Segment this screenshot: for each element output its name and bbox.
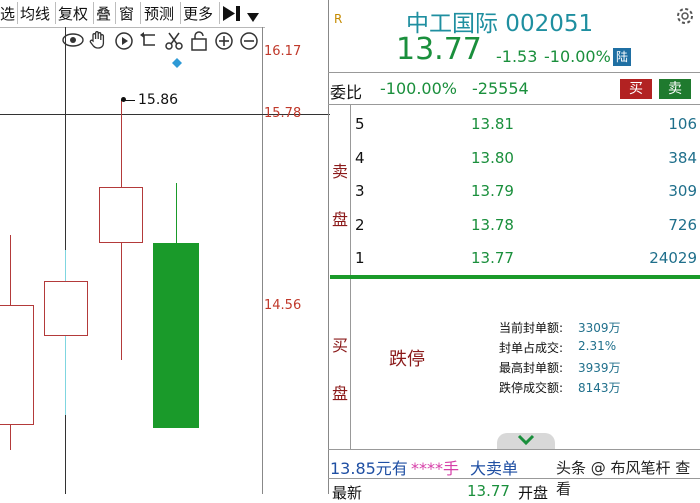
- settings-gear-icon[interactable]: [676, 7, 694, 29]
- toolbar-divider: [219, 2, 220, 24]
- seal-value: 3939万: [578, 361, 621, 375]
- candle-body: [153, 243, 199, 428]
- weibi-pct: -100.00%: [380, 79, 457, 98]
- high-marker-dot: [121, 97, 126, 102]
- toolbar-divider: [93, 2, 94, 24]
- toolbar-divider: [115, 2, 116, 24]
- sell-level: 2: [355, 216, 365, 234]
- seal-value: 8143万: [578, 381, 621, 395]
- chart-toolbar: 选 均线 复权 叠 窗 预测 更多: [0, 0, 265, 28]
- price-axis-label: 14.56: [264, 298, 302, 313]
- sell-level: 3: [355, 182, 365, 200]
- toolbar-divider: [55, 2, 56, 24]
- seal-value: 2.31%: [578, 339, 617, 353]
- bottom-value: 13.77: [467, 482, 510, 500]
- sell-level: 1: [355, 249, 365, 267]
- toolbar-item-select[interactable]: 选: [0, 3, 15, 24]
- expand-tab[interactable]: [497, 433, 555, 449]
- sell-button[interactable]: 卖: [659, 79, 691, 99]
- zoom-out-icon[interactable]: [239, 31, 259, 55]
- bottom-label2: 开盘: [518, 484, 549, 502]
- market-tag: 陆: [613, 48, 631, 66]
- sell-volume: 384: [668, 149, 697, 167]
- weibi-diff: -25554: [472, 79, 529, 98]
- candle-body: [0, 305, 34, 425]
- chart-right-border: [262, 27, 263, 494]
- high-price-label: 15.86: [138, 92, 179, 108]
- seal-key: 跌停成交额:: [499, 381, 564, 395]
- stock-change: -1.53: [496, 47, 538, 66]
- seal-key: 当前封单额:: [499, 321, 564, 335]
- weibi-label: 委比: [330, 83, 363, 102]
- sell-level: 4: [355, 149, 365, 167]
- candle-body: [99, 187, 143, 243]
- return-icon[interactable]: [140, 32, 158, 52]
- lock-icon[interactable]: [190, 31, 208, 55]
- toolbar-item-overlay[interactable]: 叠: [96, 3, 111, 24]
- candle-body: [44, 281, 88, 336]
- zoom-in-icon[interactable]: [214, 31, 234, 55]
- sell-price: 13.77: [471, 249, 514, 267]
- skip-end-icon[interactable]: [222, 5, 242, 26]
- sell-price: 13.79: [471, 182, 514, 200]
- toolbar-item-adjust[interactable]: 复权: [58, 3, 88, 24]
- bid-ask-separator: [330, 275, 700, 279]
- dropdown-icon[interactable]: [246, 8, 260, 27]
- toolbar-item-ma[interactable]: 均线: [20, 3, 50, 24]
- stock-price: 13.77: [396, 32, 482, 67]
- sell-price: 13.78: [471, 216, 514, 234]
- ticker-stars: ****手: [411, 459, 460, 478]
- stock-badge: R: [334, 12, 343, 26]
- candle-wick: [176, 183, 177, 243]
- sell-side-label: 盘: [332, 210, 349, 229]
- sell-volume: 726: [668, 216, 697, 234]
- limit-down-label: 跌停: [389, 349, 425, 370]
- toolbar-divider: [17, 2, 18, 24]
- stock-change-pct: -10.00%: [544, 47, 611, 66]
- sell-price: 13.80: [471, 149, 514, 167]
- sell-volume: 309: [668, 182, 697, 200]
- header-divider: [328, 72, 700, 73]
- panel-divider: [328, 0, 329, 494]
- weibi-divider: [328, 104, 700, 105]
- ticker-top-divider: [328, 449, 700, 450]
- seal-key: 最高封单额:: [499, 361, 564, 375]
- sell-level: 5: [355, 115, 365, 133]
- sell-volume: 24029: [649, 249, 697, 267]
- seal-value: 3309万: [578, 321, 621, 335]
- sell-price: 13.81: [471, 115, 514, 133]
- buy-button[interactable]: 买: [620, 79, 652, 99]
- seal-key: 封单占成交:: [499, 341, 564, 355]
- bottom-label: 最新: [332, 484, 363, 502]
- ticker-text: 大卖单: [470, 459, 519, 478]
- toolbar-item-window[interactable]: 窗: [119, 3, 134, 24]
- sell-volume: 106: [668, 115, 697, 133]
- toolbar-item-forecast[interactable]: 预测: [144, 3, 174, 24]
- buy-side-label: 买: [332, 336, 349, 355]
- buy-side-label: 盘: [332, 384, 349, 403]
- toolbar-item-more[interactable]: 更多: [183, 3, 213, 24]
- price-axis-label: 16.17: [264, 44, 302, 59]
- chart-tool-row: [62, 30, 262, 52]
- diamond-marker-icon: [172, 53, 182, 72]
- play-icon[interactable]: [114, 31, 134, 55]
- ticker-bottom-divider: [328, 478, 700, 479]
- ticker-amount: 13.85元有: [330, 459, 408, 478]
- toolbar-divider: [140, 2, 141, 24]
- scissors-icon[interactable]: [164, 31, 184, 55]
- toolbar-divider: [180, 2, 181, 24]
- hand-icon[interactable]: [88, 30, 108, 54]
- price-axis-label: 15.78: [264, 106, 302, 121]
- sell-side-label: 卖: [332, 162, 349, 181]
